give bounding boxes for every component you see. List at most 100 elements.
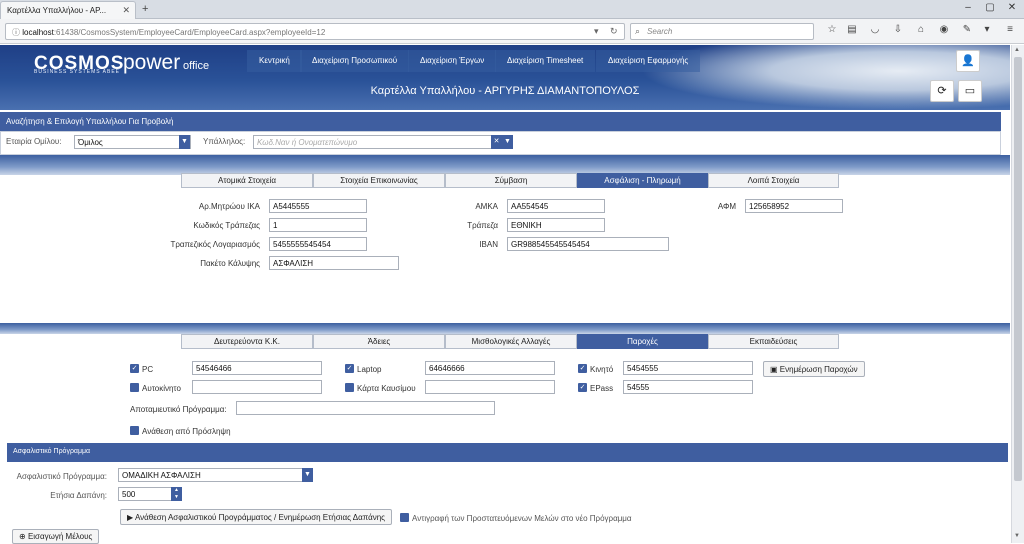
assign-hire-label: Ανάθεση από Πρόσληψη — [142, 427, 231, 436]
menu-home[interactable]: Κεντρική — [247, 50, 302, 72]
clear-icon[interactable]: ✕ — [491, 135, 502, 149]
tab-salary-changes[interactable]: Μισθολογικές Αλλαγές — [445, 334, 577, 349]
car-label: Αυτοκίνητο — [142, 384, 181, 393]
mobile-checkbox[interactable]: ✓ — [578, 364, 587, 373]
tab-other[interactable]: Λοιπά Στοιχεία — [708, 173, 839, 188]
ika-field[interactable]: Α5445555 — [269, 199, 367, 213]
laptop-label: Laptop — [357, 365, 382, 374]
refresh-icon[interactable]: ⟳ — [930, 80, 954, 102]
insurance-program-header: Ασφαλιστικό Πρόγραμμα — [7, 443, 1008, 462]
menu-timesheet[interactable]: Διαχείριση Timesheet — [495, 50, 596, 72]
program-label: Ασφαλιστικό Πρόγραμμα: — [16, 472, 107, 481]
extension-icon[interactable]: ✎ — [960, 24, 974, 35]
tab-secondary-cc[interactable]: Δευτερεύοντα Κ.Κ. — [181, 334, 313, 349]
add-member-button[interactable]: ⊕ Εισαγωγή Μέλους — [12, 529, 100, 544]
tab-leaves[interactable]: Άδειες — [313, 334, 445, 349]
fuel-card-field[interactable] — [425, 380, 555, 394]
browser-nav-bar: ⓘ localhost:61438/CosmosSystem/EmployeeC… — [0, 19, 1024, 44]
mobile-label: Κινητό — [590, 365, 614, 374]
tab-contact[interactable]: Στοιχεία Επικοινωνίας — [313, 173, 445, 188]
bookmark-star-icon[interactable]: ☆ — [825, 24, 839, 35]
download-icon[interactable]: ⇩ — [891, 24, 905, 35]
update-benefits-button[interactable]: ▣ Ενημέρωση Παροχών — [763, 361, 865, 377]
laptop-checkbox[interactable]: ✓ — [345, 364, 354, 373]
home-icon[interactable]: ⌂ — [914, 24, 928, 35]
menu-icon[interactable]: ≡ — [1003, 24, 1017, 35]
bank-label: Τράπεζα — [467, 221, 498, 230]
company-select[interactable]: Όμιλος — [74, 135, 191, 149]
bank-field[interactable]: ΕΘΝΙΚΗ — [507, 218, 605, 232]
savings-field[interactable] — [236, 401, 495, 415]
mobile-field[interactable]: 5454555 — [623, 361, 753, 375]
assign-hire-checkbox[interactable]: ✓ — [130, 426, 139, 435]
program-select[interactable]: ΟΜΑΔΙΚΗ ΑΣΦΑΛΙΣΗ — [118, 468, 313, 482]
search-icon: ⌕ — [635, 26, 641, 36]
poweroffice-logo-office: office — [183, 60, 210, 72]
chat-icon[interactable]: ◉ — [937, 24, 951, 35]
minimize-icon[interactable]: – — [960, 2, 976, 13]
laptop-field[interactable]: 64646666 — [425, 361, 555, 375]
close-window-icon[interactable]: ✕ — [1004, 2, 1020, 13]
amka-field[interactable]: ΑΑ554545 — [507, 199, 605, 213]
ika-label: Αρ.Μητρώου ΙΚΑ — [198, 202, 260, 211]
search-panel: Εταιρία Ομίλου: Όμιλος ▼ Υπάλληλος: Κωδ.… — [0, 131, 1001, 155]
play-icon: ▶ — [127, 513, 135, 522]
tab-benefits[interactable]: Παροχές — [577, 334, 708, 349]
tab-personal[interactable]: Ατομικά Στοιχεία — [181, 173, 313, 188]
dropdown-icon[interactable]: ▾ — [594, 26, 599, 37]
pc-field[interactable]: 54546466 — [192, 361, 322, 375]
url-bar[interactable]: ⓘ localhost:61438/CosmosSystem/EmployeeC… — [5, 23, 625, 40]
search-placeholder: Search — [647, 27, 673, 36]
stepper-up-icon[interactable]: ▲ — [171, 487, 182, 494]
fuel-card-checkbox[interactable]: ✓ — [345, 383, 354, 392]
scroll-thumb[interactable] — [1014, 57, 1022, 481]
reading-list-icon[interactable]: ▤ — [845, 24, 859, 35]
car-checkbox[interactable]: ✓ — [130, 383, 139, 392]
update-benefits-label: Ενημέρωση Παροχών — [779, 365, 858, 374]
reload-icon[interactable]: ↻ — [610, 26, 618, 37]
scroll-up-icon[interactable]: ▲ — [1014, 47, 1020, 53]
bank-code-label: Κωδικός Τράπεζας — [193, 221, 260, 230]
tab-insurance-payment[interactable]: Ασφάλιση - Πληρωμή — [577, 173, 708, 188]
copy-members-checkbox[interactable]: ✓ — [400, 513, 409, 522]
program-dropdown-icon[interactable]: ▼ — [302, 468, 313, 482]
assign-program-button[interactable]: ▶ Ανάθεση Ασφαλιστικού Προγράμματος / Εν… — [120, 509, 393, 525]
pocket-icon[interactable]: ◡ — [868, 24, 882, 35]
overflow-icon[interactable]: ▾ — [980, 24, 994, 35]
browser-tab[interactable]: Καρτέλλα Υπαλλήλου - ΑΡ... ✕ — [0, 1, 136, 19]
car-field[interactable] — [192, 380, 322, 394]
page-scrollbar[interactable]: ▲ ▼ — [1011, 45, 1024, 543]
fuel-card-label: Κάρτα Καυσίμου — [357, 384, 416, 393]
assign-program-label: Ανάθεση Ασφαλιστικού Προγράμματος / Ενημ… — [134, 513, 386, 522]
url-path: :61438/CosmosSystem/EmployeeCard/Employe… — [53, 28, 326, 37]
afm-field[interactable]: 125658952 — [745, 199, 843, 213]
employee-search-input[interactable]: Κωδ.Ναν ή Ονοματεπώνυμο — [253, 135, 493, 149]
scroll-down-icon[interactable]: ▼ — [1014, 533, 1020, 539]
bank-code-field[interactable]: 1 — [269, 218, 367, 232]
account-field[interactable]: 5455555545454 — [269, 237, 367, 251]
stepper-down-icon[interactable]: ▼ — [171, 494, 182, 501]
pc-checkbox[interactable]: ✓ — [130, 364, 139, 373]
tab-trainings[interactable]: Εκπαιδεύσεις — [708, 334, 839, 349]
new-tab-icon[interactable]: + — [142, 3, 148, 15]
menu-projects[interactable]: Διαχείριση Έργων — [408, 50, 497, 72]
browser-search-input[interactable]: ⌕ Search — [630, 23, 814, 40]
tab-contract[interactable]: Σύμβαση — [445, 173, 577, 188]
info-icon[interactable]: ⓘ — [12, 28, 22, 37]
package-field[interactable]: ΑΣΦΑΛΙΣΗ — [269, 256, 399, 270]
close-tab-icon[interactable]: ✕ — [122, 5, 130, 16]
menu-application[interactable]: Διαχείριση Εφαρμογής — [596, 50, 701, 72]
window-icon[interactable]: ▭ — [958, 80, 982, 102]
epass-field[interactable]: 54555 — [623, 380, 753, 394]
iban-label: IBAN — [479, 240, 498, 249]
employee-dropdown-icon[interactable]: ▼ — [502, 135, 513, 149]
plus-icon: ⊕ — [19, 532, 28, 541]
user-icon[interactable]: 👤 — [956, 50, 980, 72]
afm-label: ΑΦΜ — [717, 202, 736, 211]
iban-field[interactable]: GR988545545545454 — [507, 237, 669, 251]
maximize-icon[interactable]: ▢ — [982, 2, 998, 13]
cosmos-logo-sub: BUSINESS SYSTEMS ABEE — [34, 69, 121, 75]
epass-checkbox[interactable]: ✓ — [578, 383, 587, 392]
chevron-down-icon[interactable]: ▼ — [179, 135, 190, 149]
menu-staff[interactable]: Διαχείριση Προσωπικού — [300, 50, 410, 72]
